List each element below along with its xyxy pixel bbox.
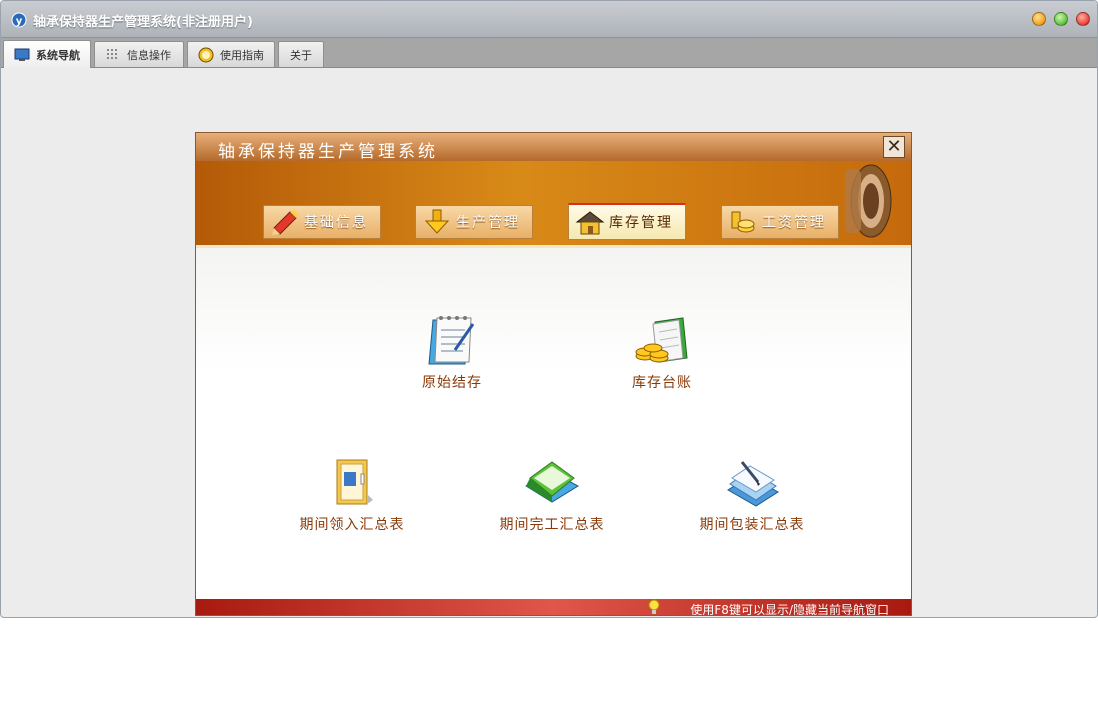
function-label: 原始结存 — [422, 375, 482, 391]
function-label: 期间完工汇总表 — [499, 517, 605, 533]
dialog-title-bar[interactable]: 轴承保持器生产管理系统 ✕ — [196, 133, 911, 162]
coins-icon — [731, 211, 755, 233]
function-original-balance[interactable]: 原始结存 — [410, 314, 494, 392]
app-window: y 轴承保持器生产管理系统(非注册用户) 系统导航 信息操作 使用指南 关于 轴… — [0, 0, 1098, 618]
minimize-button[interactable] — [1032, 12, 1046, 26]
function-label: 期间领入汇总表 — [299, 517, 405, 533]
tab-info-operation[interactable]: 信息操作 — [94, 41, 184, 67]
help-circle-icon — [198, 47, 214, 62]
lightbulb-icon — [648, 599, 660, 614]
monitor-icon — [14, 48, 30, 61]
function-inventory-ledger[interactable]: 库存台账 — [620, 314, 704, 392]
function-period-intake-summary[interactable]: 期间领入汇总表 — [293, 456, 411, 534]
function-panel: 原始结存 库存台账 期间领入汇总表 期间完工汇总表 期间包装汇总表 — [196, 248, 911, 599]
category-tab-inventory[interactable]: 库存管理 — [568, 203, 686, 240]
title-bar[interactable]: y 轴承保持器生产管理系统(非注册用户) — [1, 1, 1097, 38]
pencil-icon — [272, 210, 298, 235]
navigation-dialog: 轴承保持器生产管理系统 ✕ 基础信息 生产管理 库存管理 工资管理 原始结存 库… — [195, 132, 912, 616]
app-logo-icon: y — [11, 12, 27, 28]
document-icon — [336, 459, 373, 505]
dialog-close-button[interactable]: ✕ — [883, 136, 905, 158]
tab-about[interactable]: 关于 — [278, 41, 324, 67]
category-tab-basic-info[interactable]: 基础信息 — [263, 205, 381, 239]
bearing-icon — [845, 164, 892, 238]
window-title: 轴承保持器生产管理系统(非注册用户) — [33, 15, 253, 30]
dialog-title: 轴承保持器生产管理系统 — [218, 142, 438, 162]
f8-hint-text: 使用F8键可以显示/隐藏当前导航窗口 — [690, 603, 889, 616]
house-icon — [575, 211, 605, 235]
function-period-completion-summary[interactable]: 期间完工汇总表 — [493, 456, 611, 534]
function-period-packaging-summary[interactable]: 期间包装汇总表 — [693, 456, 811, 534]
notepad-icon — [428, 316, 475, 365]
close-button[interactable] — [1076, 12, 1090, 26]
ledger-coins-icon — [635, 317, 688, 363]
svg-text:y: y — [16, 16, 23, 27]
download-arrow-icon — [424, 209, 450, 234]
category-tab-wages[interactable]: 工资管理 — [721, 205, 839, 239]
maximize-button[interactable] — [1054, 12, 1068, 26]
documents-pen-icon — [727, 461, 779, 507]
category-banner: 基础信息 生产管理 库存管理 工资管理 — [196, 161, 911, 248]
tab-user-guide[interactable]: 使用指南 — [187, 41, 275, 67]
function-label: 期间包装汇总表 — [699, 517, 805, 533]
tab-system-navigation[interactable]: 系统导航 — [3, 40, 91, 68]
dialog-status-bar: 使用F8键可以显示/隐藏当前导航窗口 — [196, 599, 911, 615]
category-tab-production[interactable]: 生产管理 — [415, 205, 533, 239]
main-tab-strip: 系统导航 信息操作 使用指南 关于 — [1, 38, 1097, 68]
grid-icon — [107, 48, 117, 59]
folder-icon — [524, 461, 580, 503]
function-label: 库存台账 — [632, 375, 692, 391]
